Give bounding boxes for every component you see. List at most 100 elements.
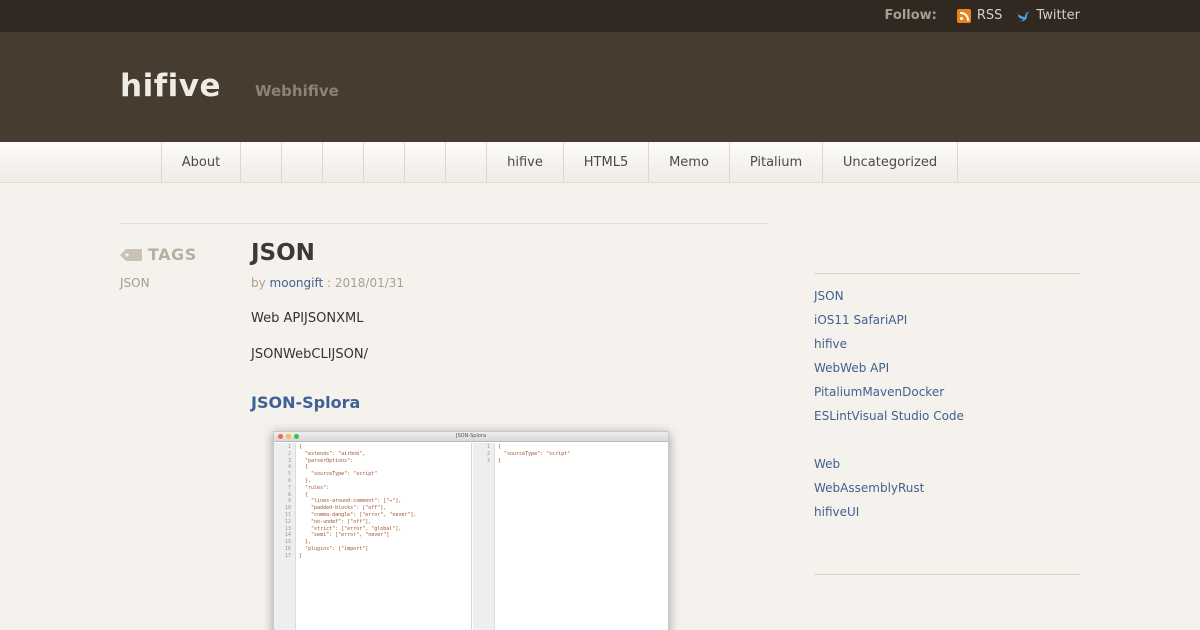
line-number: 16: [284, 545, 291, 552]
post-subheading-link[interactable]: JSON-Splora: [251, 393, 360, 412]
line-number: 12: [284, 518, 291, 525]
sidebar-link[interactable]: JSON: [814, 288, 964, 312]
follow-links: Follow: RSS Twitter: [885, 8, 1080, 23]
line-number: 3: [287, 457, 291, 464]
code-line: 11 "comma-dangle": ["error", "never"],: [274, 512, 416, 519]
line-number: 17: [284, 552, 291, 559]
code-text: "padded-blocks": ["off"],: [299, 505, 387, 512]
twitter-link-label: Twitter: [1036, 8, 1080, 23]
screenshot-window-title: JSON-Splora: [455, 433, 487, 439]
code-line: 2 "sourceType": "script": [473, 451, 570, 458]
nav-menu: About hifive HTML5 Memo Pitalium Uncateg…: [161, 142, 958, 182]
code-text: "extends": "airbnb",: [299, 450, 366, 457]
code-block-left: 1{2 "extends": "airbnb", 3 "parserOptions…: [274, 444, 416, 560]
code-text: {: [299, 491, 309, 498]
line-number: 6: [287, 477, 291, 484]
sidebar-link[interactable]: ESLintVisual Studio Code: [814, 408, 964, 432]
sidebar-link[interactable]: PitaliumMavenDocker: [814, 384, 964, 408]
code-line: 12 "no-undef": ["off"],: [274, 519, 416, 526]
code-line: 6 },: [274, 478, 416, 485]
twitter-link[interactable]: Twitter: [1016, 8, 1080, 23]
line-number: 3: [486, 457, 490, 464]
nav-item-about[interactable]: About: [162, 142, 241, 182]
tags-heading: TAGS: [120, 245, 197, 264]
top-bar: Follow: RSS Twitter: [0, 0, 1200, 32]
code-line: 15 },: [274, 539, 416, 546]
code-text: {: [299, 464, 309, 471]
rss-link[interactable]: RSS: [956, 8, 1003, 23]
site-header: hifive Webhifive: [0, 32, 1200, 142]
sidebar-link[interactable]: hifiveUI: [814, 504, 964, 528]
sidebar-divider-top: [814, 273, 1080, 274]
code-text: "plugins": ["import"]: [299, 545, 369, 552]
line-number: 2: [486, 450, 490, 457]
sidebar-divider-bottom: [814, 574, 1080, 575]
rss-link-label: RSS: [976, 8, 1003, 23]
post-screenshot: JSON-Splora 1{2 "extends": "airbnb", 3 "p…: [273, 431, 669, 630]
line-number: 8: [287, 491, 291, 498]
code-text: "sourceType": "script": [299, 471, 378, 478]
code-text: {: [299, 444, 303, 450]
nav-item-hifive[interactable]: hifive: [487, 142, 564, 182]
line-number: 7: [287, 484, 291, 491]
tag-link-json[interactable]: JSON: [120, 276, 150, 290]
site-description: Webhifive: [255, 82, 339, 100]
nav-item-memo[interactable]: Memo: [649, 142, 730, 182]
code-line: 3}: [473, 458, 570, 465]
site-title[interactable]: hifive: [120, 68, 221, 104]
rss-icon: [956, 8, 971, 23]
post-meta: by moongift : 2018/01/31: [251, 276, 404, 290]
nav-item-empty-2[interactable]: [282, 142, 323, 182]
code-line: 9 "lines-around-comment": ["↔"],: [274, 498, 416, 505]
nav-item-empty-1[interactable]: [241, 142, 282, 182]
code-line: 14 "semi": ["error", "never"]: [274, 532, 416, 539]
line-number: 5: [287, 471, 291, 478]
screenshot-window-titlebar: JSON-Splora: [274, 432, 668, 442]
code-line: 5 "sourceType": "script": [274, 471, 416, 478]
code-text: "sourceType": "script": [498, 450, 571, 457]
screenshot-right-pane: 1{2 "sourceType": "script" 3}: [473, 443, 668, 630]
line-number: 11: [284, 511, 291, 518]
post-meta-by: by: [251, 276, 266, 290]
code-line: 7 "rules":: [274, 485, 416, 492]
code-line: 1{: [274, 444, 416, 451]
sidebar-link[interactable]: Web: [814, 456, 964, 480]
code-text: "lines-around-comment": ["↔"],: [299, 498, 402, 505]
code-text: "parserOptions":: [299, 457, 354, 464]
code-text: },: [299, 539, 312, 546]
post-paragraph: Web APIJSONXML: [251, 311, 364, 326]
post-author-link[interactable]: moongift: [270, 276, 324, 290]
follow-label: Follow:: [884, 8, 937, 23]
code-block-right: 1{2 "sourceType": "script" 3}: [473, 444, 570, 464]
code-line: 16 "plugins": ["import"]: [274, 546, 416, 553]
tags-heading-label: TAGS: [148, 245, 197, 264]
sidebar-link[interactable]: WebAssemblyRust: [814, 480, 964, 504]
post-date-separator: :: [323, 276, 335, 290]
nav-item-empty-6[interactable]: [446, 142, 487, 182]
nav-item-html5[interactable]: HTML5: [564, 142, 649, 182]
nav-item-pitalium[interactable]: Pitalium: [730, 142, 823, 182]
nav-item-empty-4[interactable]: [364, 142, 405, 182]
nav-item-empty-3[interactable]: [323, 142, 364, 182]
nav-item-uncategorized[interactable]: Uncategorized: [823, 142, 958, 182]
content-divider: [120, 223, 768, 224]
tag-icon: [120, 248, 142, 261]
screenshot-left-pane: 1{2 "extends": "airbnb", 3 "parserOptions…: [274, 443, 472, 630]
code-text: }: [299, 552, 303, 559]
code-text: "strict": ["error", "global"],: [299, 525, 402, 532]
post-date: 2018/01/31: [334, 276, 405, 290]
line-number: 13: [284, 525, 291, 532]
sidebar-link[interactable]: WebWeb API: [814, 360, 964, 384]
nav-item-empty-5[interactable]: [405, 142, 446, 182]
line-number: 15: [284, 539, 291, 546]
sidebar-link[interactable]: hifive: [814, 336, 964, 360]
post-paragraph: JSONWebCLIJSON/: [251, 347, 368, 362]
code-line: 2 "extends": "airbnb",: [274, 451, 416, 458]
code-text: "comma-dangle": ["error", "never"],: [299, 511, 417, 518]
line-number: 14: [284, 532, 291, 539]
code-line: 8 {: [274, 492, 416, 499]
sidebar-link[interactable]: iOS11 SafariAPI: [814, 312, 964, 336]
code-text: }: [498, 457, 502, 464]
code-text: "no-undef": ["off"],: [299, 518, 372, 525]
code-text: },: [299, 477, 312, 484]
